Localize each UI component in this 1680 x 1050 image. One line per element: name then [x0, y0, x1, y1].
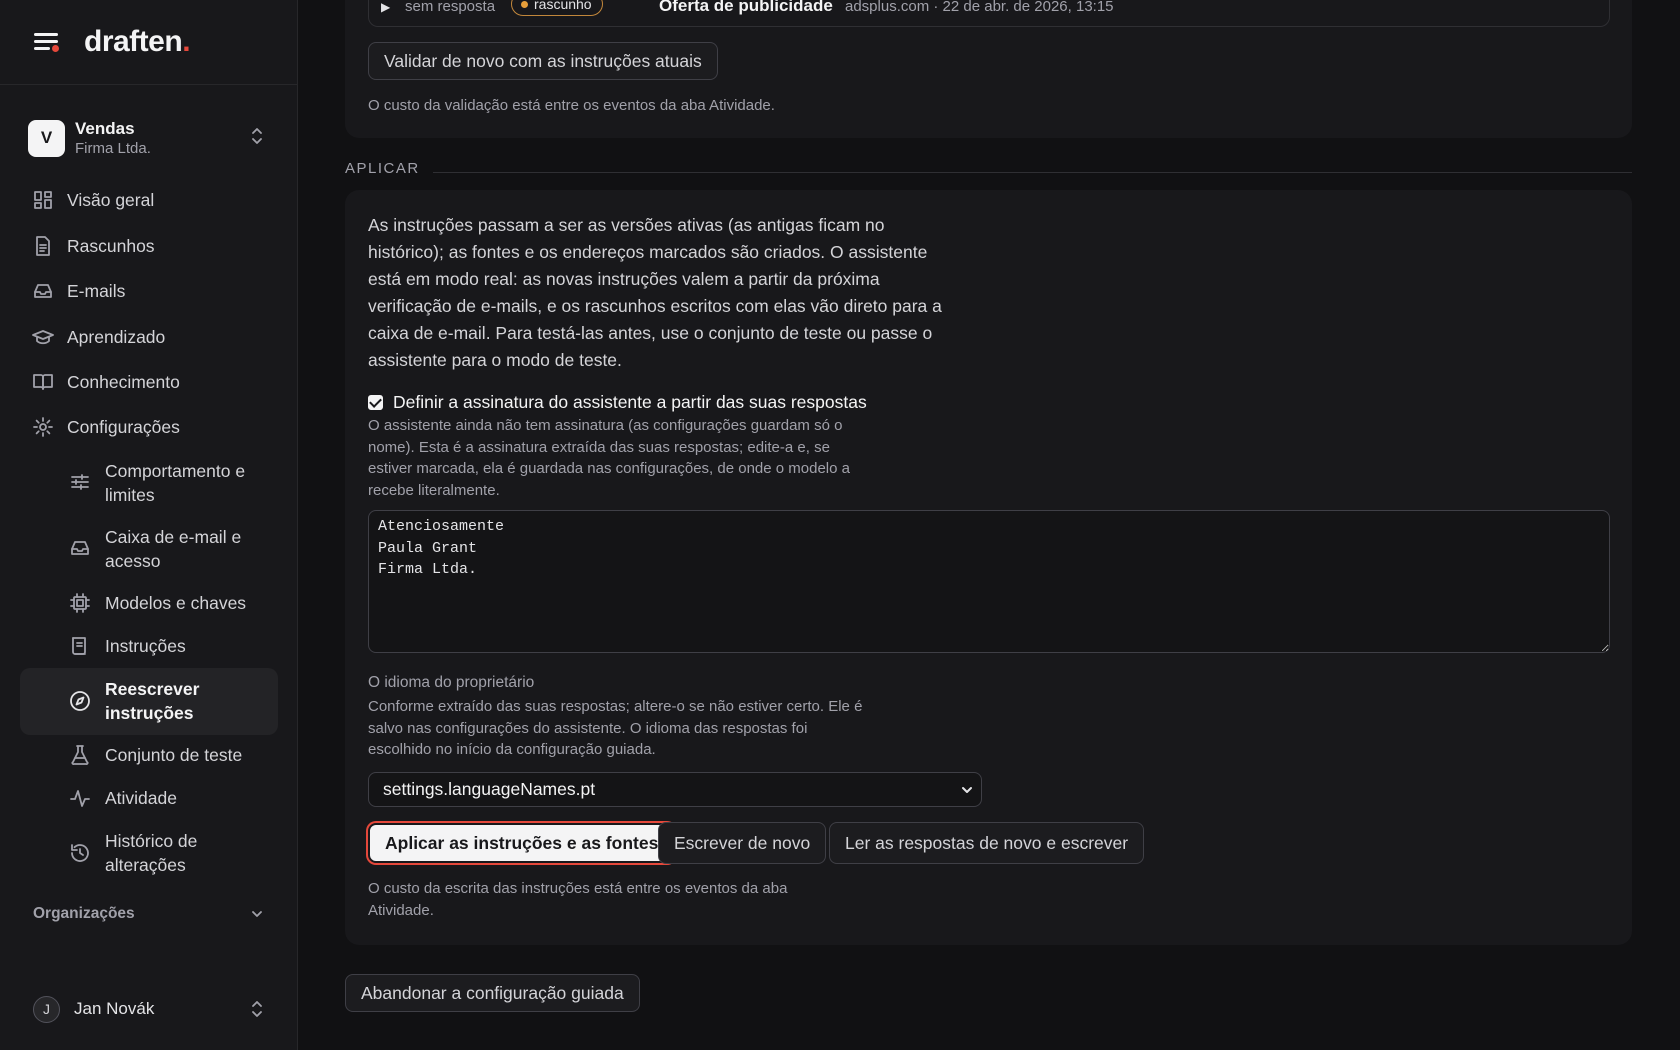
email-preview-row[interactable]: ▶ sem resposta rascunho Oferta de public… [368, 0, 1610, 27]
rewrite-button[interactable]: Escrever de novo [658, 822, 827, 864]
apply-instructions-button[interactable]: Aplicar as instruções e as fontes [368, 823, 676, 863]
subnav-label: Caixa de e-mail e acesso [105, 527, 242, 571]
reread-and-write-button[interactable]: Ler as respostas de novo e escrever [829, 822, 1145, 864]
compass-icon [70, 691, 90, 711]
subnav-label: Histórico de alterações [105, 831, 198, 875]
nav-item-knowledge[interactable]: Conhecimento [20, 370, 278, 394]
graduation-cap-icon [32, 330, 54, 345]
history-icon [71, 844, 89, 862]
language-help: Conforme extraído das suas respostas; al… [368, 698, 863, 758]
subnav-label: Conjunto de teste [105, 745, 243, 765]
chevron-down-icon [252, 911, 262, 917]
writing-cost-note: O custo da escrita das instruções está e… [368, 880, 788, 919]
status-badge: rascunho [511, 0, 603, 16]
organizations-toggle[interactable]: Organizações [33, 905, 268, 923]
workspace-name: Vendas [75, 118, 135, 138]
nav-label: Rascunhos [67, 235, 155, 256]
workspace-company: Firma Ltda. [75, 139, 151, 157]
signature-checkbox-label: Definir a assinatura do assistente a par… [393, 392, 867, 412]
book-icon [33, 374, 53, 390]
nav-label: Aprendizado [67, 326, 166, 347]
abandon-guided-setup-button[interactable]: Abandonar a configuração guiada [345, 974, 640, 1012]
chip-icon [70, 593, 90, 613]
nav-label: Configurações [67, 416, 180, 437]
user-name: Jan Novák [74, 999, 155, 1018]
validation-cost-note: O custo da validação está entre os event… [368, 97, 775, 114]
nav-item-overview[interactable]: Visão geral [20, 188, 278, 212]
section-divider [433, 172, 1632, 173]
subnav-label: Comportamento e limites [105, 461, 246, 505]
avatar: J [33, 995, 60, 1023]
menu-icon[interactable] [34, 31, 60, 53]
inbox-icon [71, 541, 89, 555]
reply-status: sem resposta [405, 0, 496, 15]
apply-card: As instruções passam a ser as versões at… [345, 190, 1632, 945]
nav-item-settings[interactable]: Configurações [20, 415, 278, 439]
chevron-down-icon [962, 787, 972, 793]
organizations-label: Organizações [33, 905, 135, 922]
validation-card: ▶ sem resposta rascunho Oferta de public… [345, 0, 1632, 138]
section-title-apply: APLICAR [345, 160, 420, 177]
language-select[interactable]: settings.languageNames.pt [368, 772, 982, 807]
subnav-item-mailbox[interactable]: Caixa de e-mail e acesso [20, 524, 278, 574]
main-content: ▶ sem resposta rascunho Oferta de public… [298, 0, 1680, 1050]
chevron-up-down-icon [252, 1001, 262, 1017]
apply-description: As instruções passam a ser as versões at… [368, 215, 942, 370]
subnav-item-history[interactable]: Histórico de alterações [20, 828, 278, 878]
grid-icon [34, 191, 52, 209]
sliders-icon [71, 474, 89, 490]
nav-item-emails[interactable]: E-mails [20, 279, 278, 303]
subnav-item-activity[interactable]: Atividade [20, 786, 278, 810]
signature-textarea[interactable] [368, 510, 1610, 653]
language-label: O idioma do proprietário [368, 674, 535, 691]
scroll-icon [72, 637, 86, 655]
subnav-label: Atividade [105, 788, 177, 808]
language-select-value: settings.languageNames.pt [383, 779, 596, 799]
subnav-item-rewrite-instructions[interactable]: Reescrever instruções [20, 668, 278, 735]
subnav-item-instructions[interactable]: Instruções [20, 634, 278, 658]
signature-help: O assistente ainda não tem assinatura (a… [368, 417, 850, 499]
expand-triangle-icon[interactable]: ▶ [381, 0, 390, 14]
subnav-label: Instruções [105, 636, 186, 656]
subnav-item-models[interactable]: Modelos e chaves [20, 591, 278, 615]
subnav-item-test-set[interactable]: Conjunto de teste [20, 743, 278, 767]
workspace-switcher[interactable]: V Vendas Firma Ltda. [28, 118, 268, 158]
nav-item-drafts[interactable]: Rascunhos [20, 234, 278, 258]
nav-label: Visão geral [67, 189, 155, 210]
document-icon [36, 236, 50, 256]
nav-item-learning[interactable]: Aprendizado [20, 325, 278, 349]
activity-icon [70, 790, 90, 807]
gear-icon [33, 417, 53, 437]
flask-icon [71, 745, 89, 765]
email-meta: adsplus.com · 22 de abr. de 2026, 13:15 [845, 0, 1114, 15]
brand-bar: draften. [0, 0, 297, 85]
inbox-icon [34, 284, 52, 298]
email-subject: Oferta de publicidade [659, 0, 833, 15]
chevron-up-down-icon [252, 128, 262, 144]
subnav-label: Reescrever instruções [105, 679, 200, 723]
nav-label: Conhecimento [67, 371, 180, 392]
nav-label: E-mails [67, 280, 126, 301]
signature-checkbox-row[interactable]: Definir a assinatura do assistente a par… [368, 392, 867, 413]
subnav-label: Modelos e chaves [105, 593, 247, 613]
workspace-avatar: V [28, 119, 65, 157]
brand-logo[interactable]: draften. [84, 25, 191, 59]
revalidate-button[interactable]: Validar de novo com as instruções atuais [368, 42, 718, 80]
signature-checkbox[interactable] [368, 395, 383, 410]
subnav-item-behavior[interactable]: Comportamento e limites [20, 458, 278, 508]
user-menu[interactable]: J Jan Novák [33, 995, 268, 1023]
sidebar: draften. V Vendas Firma Ltda. Visão gera… [0, 0, 298, 1050]
